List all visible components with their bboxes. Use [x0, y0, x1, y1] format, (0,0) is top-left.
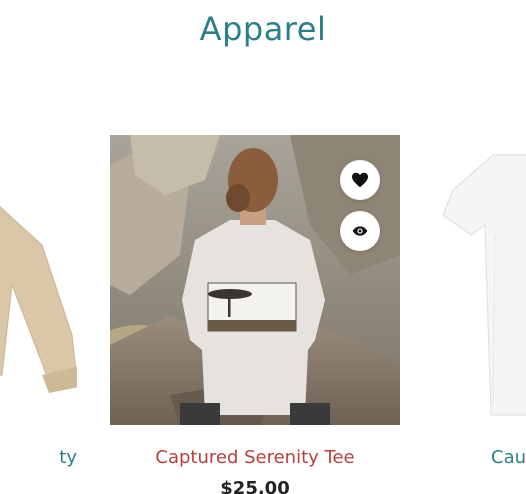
product-price: $25.00 [220, 478, 290, 494]
product-image[interactable] [433, 135, 526, 425]
quick-view-button[interactable] [340, 211, 380, 251]
eye-icon [352, 225, 368, 237]
product-image[interactable] [0, 135, 77, 425]
heart-icon [351, 172, 369, 188]
product-name[interactable]: Cau [491, 447, 526, 468]
product-image[interactable] [110, 135, 400, 425]
wishlist-button[interactable] [340, 160, 380, 200]
product-carousel: ty Captured Serenity Tee $25.00 Cau [0, 0, 526, 494]
product-name[interactable]: Captured Serenity Tee [110, 447, 400, 468]
product-name[interactable]: ty [0, 447, 77, 468]
